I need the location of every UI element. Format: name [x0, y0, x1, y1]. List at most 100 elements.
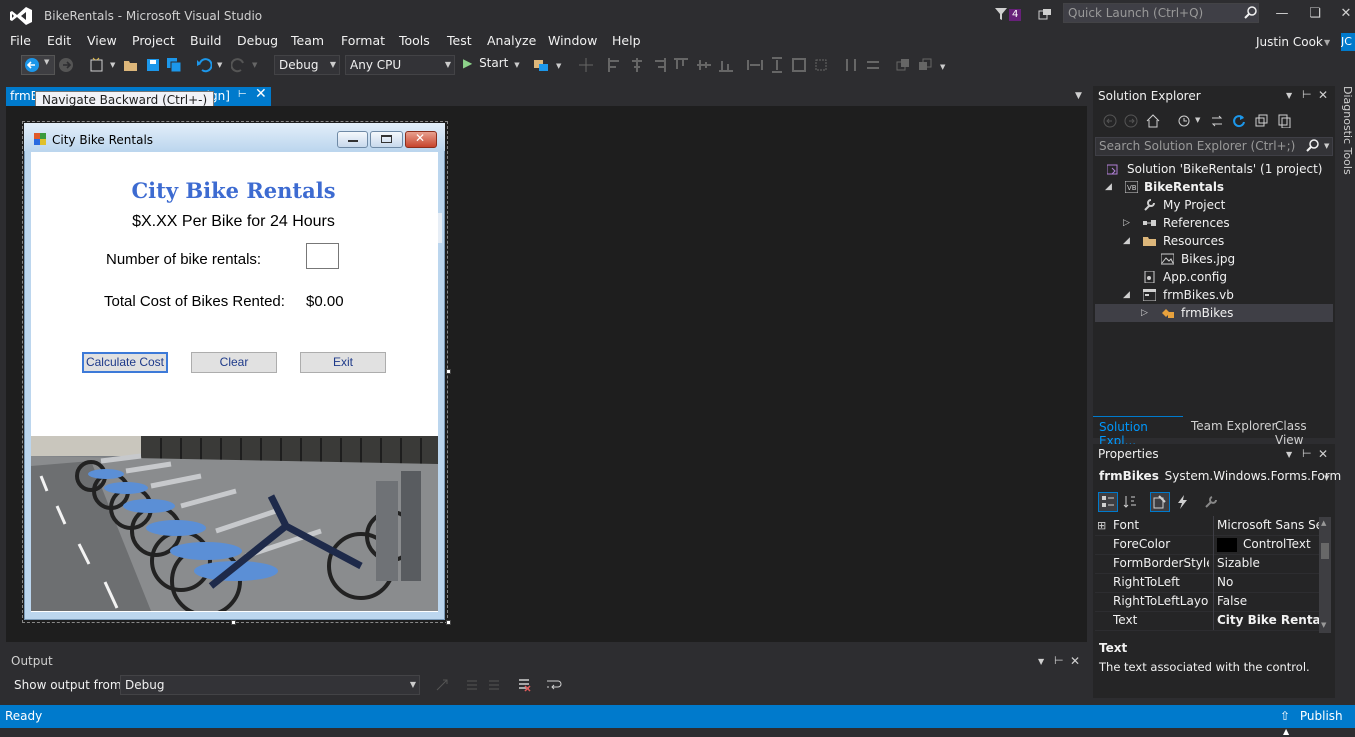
collapse-all-icon[interactable] [1255, 114, 1269, 128]
property-row-righttoleftlayout[interactable]: RightToLeftLayout False [1095, 592, 1320, 612]
pin-tab-icon[interactable]: ⊢ [238, 89, 247, 100]
events-lightning-icon[interactable] [1176, 495, 1190, 509]
clear-all-icon[interactable] [517, 678, 531, 692]
vertical-spacing-icon[interactable] [865, 57, 881, 73]
property-pages-wrench-icon[interactable] [1204, 495, 1218, 509]
make-same-size-icon[interactable] [791, 57, 807, 73]
align-centers-icon[interactable] [629, 57, 645, 73]
minimize-window-button[interactable]: — [1272, 6, 1292, 22]
redo-icon[interactable] [231, 57, 247, 73]
form-maximize-button[interactable] [370, 131, 403, 148]
props-window-position-icon[interactable]: ▼ [1286, 450, 1292, 459]
horizontal-spacing-icon[interactable] [843, 57, 859, 73]
make-same-width-icon[interactable] [747, 57, 763, 73]
se-pin-icon[interactable]: ⊢ [1302, 88, 1312, 101]
save-all-icon[interactable] [166, 57, 182, 73]
align-lefts-icon[interactable] [607, 57, 623, 73]
show-all-files-icon[interactable] [1277, 114, 1291, 128]
properties-scrollbar[interactable]: ▲ ▼ [1319, 517, 1331, 633]
menu-edit[interactable]: Edit [47, 33, 71, 48]
user-dropdown-icon[interactable]: ▼ [1324, 38, 1330, 47]
menu-debug[interactable]: Debug [237, 33, 278, 48]
toolbar-overflow-icon[interactable]: ▼ [940, 63, 945, 71]
clear-button[interactable]: Clear [191, 352, 277, 373]
expanded-arrow-icon[interactable]: ◢ [1123, 232, 1130, 250]
resize-handle-bottom[interactable] [231, 620, 236, 625]
resize-handle-corner[interactable] [446, 620, 451, 625]
refresh-icon[interactable] [1232, 114, 1246, 128]
props-pin-icon[interactable]: ⊢ [1302, 447, 1312, 460]
scroll-thumb[interactable] [1321, 543, 1329, 559]
menu-tools[interactable]: Tools [399, 33, 430, 48]
size-to-grid-icon[interactable] [813, 57, 829, 73]
tree-item-bikes-jpg[interactable]: Bikes.jpg [1095, 250, 1333, 268]
categorized-button[interactable] [1098, 492, 1118, 512]
property-value[interactable]: City Bike Rentals [1213, 611, 1323, 630]
undo-icon[interactable] [196, 57, 212, 73]
tree-item-solution[interactable]: Solution 'BikeRentals' (1 project) [1095, 160, 1333, 178]
close-window-button[interactable]: ✕ [1336, 6, 1355, 22]
menu-team[interactable]: Team [291, 33, 324, 48]
new-project-icon[interactable] [89, 57, 105, 73]
menu-build[interactable]: Build [190, 33, 221, 48]
toggle-word-wrap-icon[interactable] [546, 678, 562, 692]
redo-dropdown-icon[interactable]: ▼ [252, 61, 257, 69]
property-value[interactable]: Microsoft Sans Serif [1213, 516, 1323, 535]
menu-help[interactable]: Help [612, 33, 641, 48]
find-message-icon[interactable] [435, 678, 449, 692]
start-debugging-button[interactable]: ▶ Start ▼ [463, 56, 520, 74]
alphabetical-icon[interactable] [1123, 495, 1137, 509]
open-folder-icon[interactable] [123, 57, 139, 73]
se-search-options-icon[interactable]: ▼ [1324, 142, 1329, 150]
restore-window-button[interactable]: ❏ [1305, 6, 1325, 22]
solution-explorer-search-input[interactable]: Search Solution Explorer (Ctrl+;) [1095, 137, 1333, 156]
tab-list-dropdown-icon[interactable]: ▼ [1075, 91, 1082, 101]
make-same-height-icon[interactable] [769, 57, 785, 73]
output-window-position-icon[interactable]: ▼ [1038, 657, 1044, 666]
tree-item-resources[interactable]: ◢ Resources [1095, 232, 1333, 250]
solution-platform-select[interactable]: Any CPU ▼ [345, 55, 455, 75]
scroll-down-icon[interactable]: ▼ [1321, 621, 1326, 629]
se-forward-icon[interactable] [1124, 114, 1138, 128]
object-selector-dropdown-icon[interactable]: ▼ [1324, 474, 1329, 482]
new-dropdown-icon[interactable]: ▼ [110, 61, 115, 69]
property-row-formborderstyle[interactable]: FormBorderStyle Sizable [1095, 554, 1320, 574]
next-message-icon[interactable] [487, 678, 501, 692]
notification-count-badge[interactable]: 4 [1009, 9, 1022, 21]
quick-launch-input[interactable]: Quick Launch (Ctrl+Q) [1063, 3, 1259, 23]
exit-button[interactable]: Exit [300, 352, 386, 373]
resize-handle-right[interactable] [446, 369, 451, 374]
tree-item-frmbikes-class[interactable]: ▷ frmBikes [1095, 304, 1333, 322]
solution-configuration-select[interactable]: Debug ▼ [274, 55, 340, 75]
output-pin-icon[interactable]: ⊢ [1054, 654, 1064, 667]
tree-item-frmbikes-vb[interactable]: ◢ frmBikes.vb [1095, 286, 1333, 304]
browser-dropdown-icon[interactable]: ▼ [556, 62, 561, 70]
navigate-backward-button[interactable]: ▼ [21, 55, 55, 75]
output-source-select[interactable]: Debug ▼ [120, 675, 420, 695]
se-window-position-icon[interactable]: ▼ [1286, 91, 1292, 100]
menu-window[interactable]: Window [548, 33, 597, 48]
home-icon[interactable] [1146, 114, 1160, 128]
se-close-icon[interactable]: ✕ [1318, 88, 1328, 102]
expanded-arrow-icon[interactable]: ◢ [1105, 178, 1112, 196]
tree-item-my-project[interactable]: My Project [1095, 196, 1333, 214]
diagnostic-tools-tab[interactable]: Diagnostic Tools [1340, 86, 1354, 206]
menu-test[interactable]: Test [447, 33, 472, 48]
browser-link-icon[interactable] [533, 57, 549, 73]
previous-message-icon[interactable] [465, 678, 479, 692]
align-to-grid-icon[interactable] [578, 57, 594, 73]
properties-view-button[interactable] [1150, 492, 1170, 512]
property-row-font[interactable]: ⊞ Font Microsoft Sans Serif [1095, 516, 1323, 536]
filter-dropdown-icon[interactable]: ▼ [1195, 116, 1200, 124]
form-close-button[interactable]: ✕ [405, 131, 437, 148]
property-row-forecolor[interactable]: ForeColor ControlText [1095, 535, 1320, 555]
tree-item-references[interactable]: ▷ References [1095, 214, 1333, 232]
expand-property-icon[interactable]: ⊞ [1097, 516, 1106, 535]
property-row-text[interactable]: Text City Bike Rentals [1095, 611, 1323, 631]
user-name[interactable]: Justin Cook [1256, 35, 1323, 49]
property-value[interactable]: Sizable [1213, 554, 1323, 573]
align-rights-icon[interactable] [651, 57, 667, 73]
menu-format[interactable]: Format [341, 33, 385, 48]
property-row-righttoleft[interactable]: RightToLeft No [1095, 573, 1320, 593]
tab-solution-explorer[interactable]: Solution Expl... [1093, 416, 1183, 448]
